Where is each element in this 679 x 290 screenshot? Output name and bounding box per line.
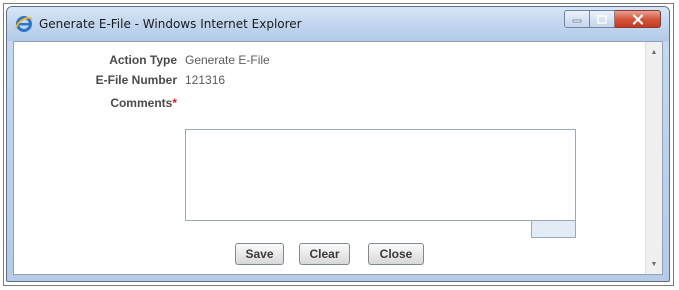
- textarea-resize-handle[interactable]: [531, 221, 576, 238]
- comments-label: Comments*: [110, 96, 177, 110]
- caption-buttons: [564, 10, 661, 28]
- close-window-button[interactable]: [615, 10, 661, 28]
- clear-button[interactable]: Clear: [299, 243, 350, 265]
- vertical-scrollbar[interactable]: ▲ ▼: [645, 42, 662, 274]
- browser-window: Generate E-File - Windows Internet Explo…: [6, 6, 670, 282]
- maximize-button[interactable]: [590, 10, 615, 28]
- maximize-icon: [597, 14, 607, 24]
- scroll-down-icon[interactable]: ▼: [646, 256, 662, 272]
- comments-label-text: Comments: [110, 96, 173, 110]
- title-bar[interactable]: Generate E-File - Windows Internet Explo…: [7, 7, 669, 41]
- efile-number-label: E-File Number: [95, 73, 177, 87]
- action-type-value: Generate E-File: [185, 53, 270, 67]
- window-title: Generate E-File - Windows Internet Explo…: [39, 17, 302, 31]
- comments-textarea[interactable]: [185, 129, 576, 221]
- scroll-up-icon[interactable]: ▲: [646, 44, 662, 60]
- minimize-icon: [572, 19, 582, 23]
- dialog-content: Action Type Generate E-File E-File Numbe…: [13, 41, 663, 275]
- action-type-label: Action Type: [109, 53, 177, 67]
- close-button[interactable]: Close: [368, 243, 424, 265]
- internet-explorer-icon: [15, 16, 33, 32]
- minimize-button[interactable]: [564, 10, 590, 28]
- required-marker: *: [172, 96, 177, 110]
- efile-number-value: 121316: [185, 73, 226, 87]
- close-icon: [632, 13, 643, 25]
- save-button[interactable]: Save: [235, 243, 284, 265]
